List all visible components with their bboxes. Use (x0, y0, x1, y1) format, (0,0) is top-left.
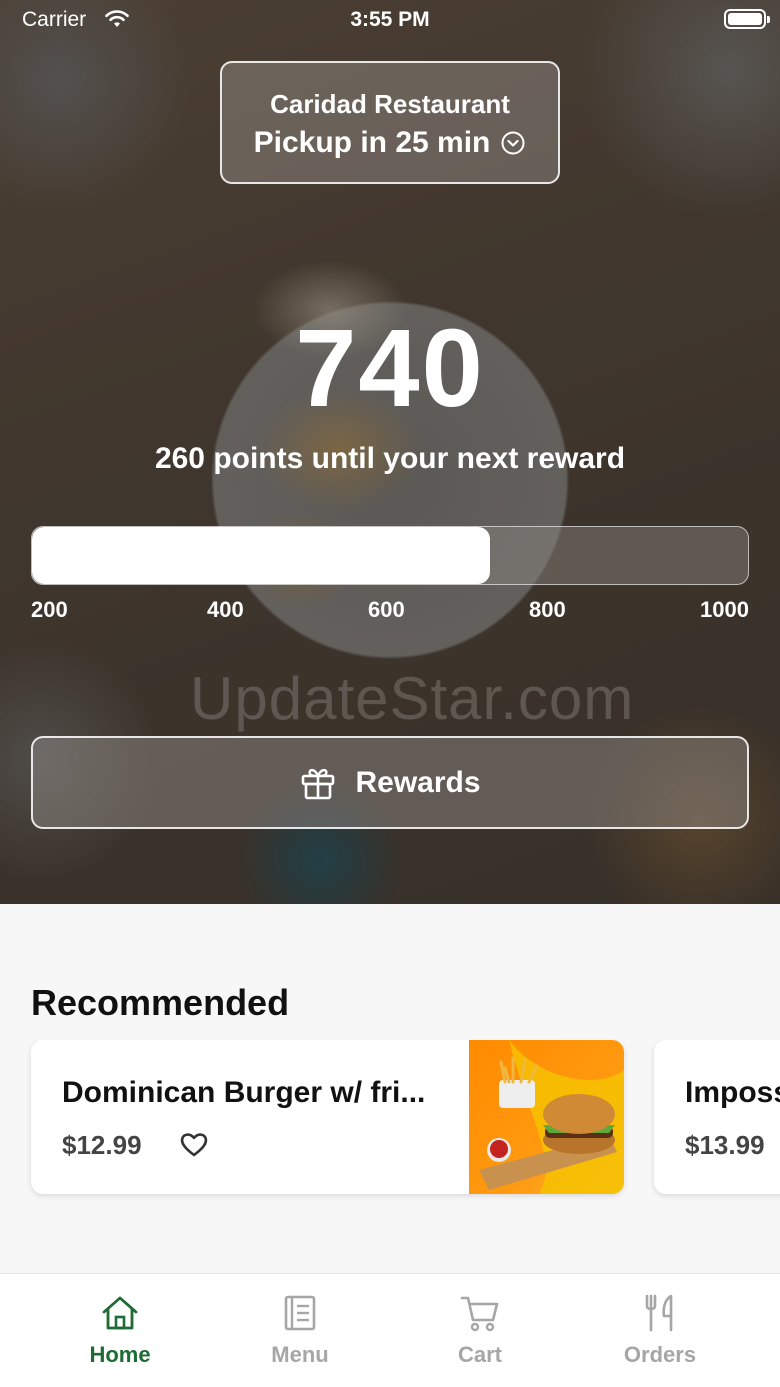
heart-icon[interactable] (179, 1130, 209, 1158)
fork-knife-icon (645, 1294, 673, 1332)
progress-tick: 1000 (700, 597, 749, 622)
gift-icon (302, 768, 335, 799)
pickup-time: Pickup in 25 min (253, 126, 491, 159)
restaurant-name: Caridad Restaurant (270, 89, 510, 119)
points-until-reward: 260 points until your next reward (154, 442, 626, 475)
tab-label: Menu (271, 1342, 329, 1367)
rewards-button-label: Rewards (355, 765, 481, 799)
tab-home[interactable]: Home (30, 1274, 210, 1387)
item-price: $12.99 (62, 1130, 142, 1160)
status-bar: Carrier 3:55 PM (0, 0, 780, 40)
rewards-hero: Carrier 3:55 PM Caridad Restaurant Picku… (0, 0, 780, 904)
progress-tick-labels: 200 400 600 800 1000 (31, 597, 749, 627)
recommended-item-card[interactable]: Dominican Burger w/ fri... $12.99 (31, 1040, 624, 1194)
points-balance: 740 (295, 307, 485, 430)
rewards-progress-fill (32, 527, 491, 584)
menu-icon (284, 1295, 316, 1331)
location-selector[interactable]: Caridad Restaurant Pickup in 25 min (220, 61, 560, 184)
watermark: UpdateStar.com (190, 665, 635, 732)
tab-label: Home (89, 1342, 151, 1367)
cart-icon (460, 1296, 499, 1332)
rewards-progress-bar (31, 526, 749, 585)
tab-cart[interactable]: Cart (390, 1274, 570, 1387)
chevron-down-icon (501, 131, 525, 155)
clock: 3:55 PM (350, 8, 430, 31)
recommended-item-card[interactable]: Imposs $13.99 (654, 1040, 780, 1194)
item-name: Dominican Burger w/ fri... (62, 1076, 426, 1109)
item-name: Imposs (685, 1076, 780, 1109)
progress-tick: 400 (207, 597, 244, 622)
tab-label: Orders (623, 1342, 697, 1367)
home-icon (102, 1296, 138, 1330)
recommended-title: Recommended (31, 982, 290, 1023)
tab-bar: Home Menu Cart Orders (0, 1273, 780, 1387)
progress-tick: 600 (368, 597, 405, 622)
tab-menu[interactable]: Menu (210, 1274, 390, 1387)
item-price: $13.99 (685, 1130, 765, 1160)
pickup-row: Pickup in 25 min (222, 126, 558, 160)
rewards-button[interactable]: Rewards (31, 736, 749, 829)
battery-icon (724, 9, 770, 29)
tab-label: Cart (457, 1342, 502, 1367)
recommended-carousel[interactable]: Dominican Burger w/ fri... $12.99 Imposs… (0, 1040, 780, 1200)
progress-tick: 200 (31, 597, 68, 622)
burger-image (469, 1040, 624, 1194)
tab-orders[interactable]: Orders (570, 1274, 750, 1387)
progress-tick: 800 (529, 597, 566, 622)
